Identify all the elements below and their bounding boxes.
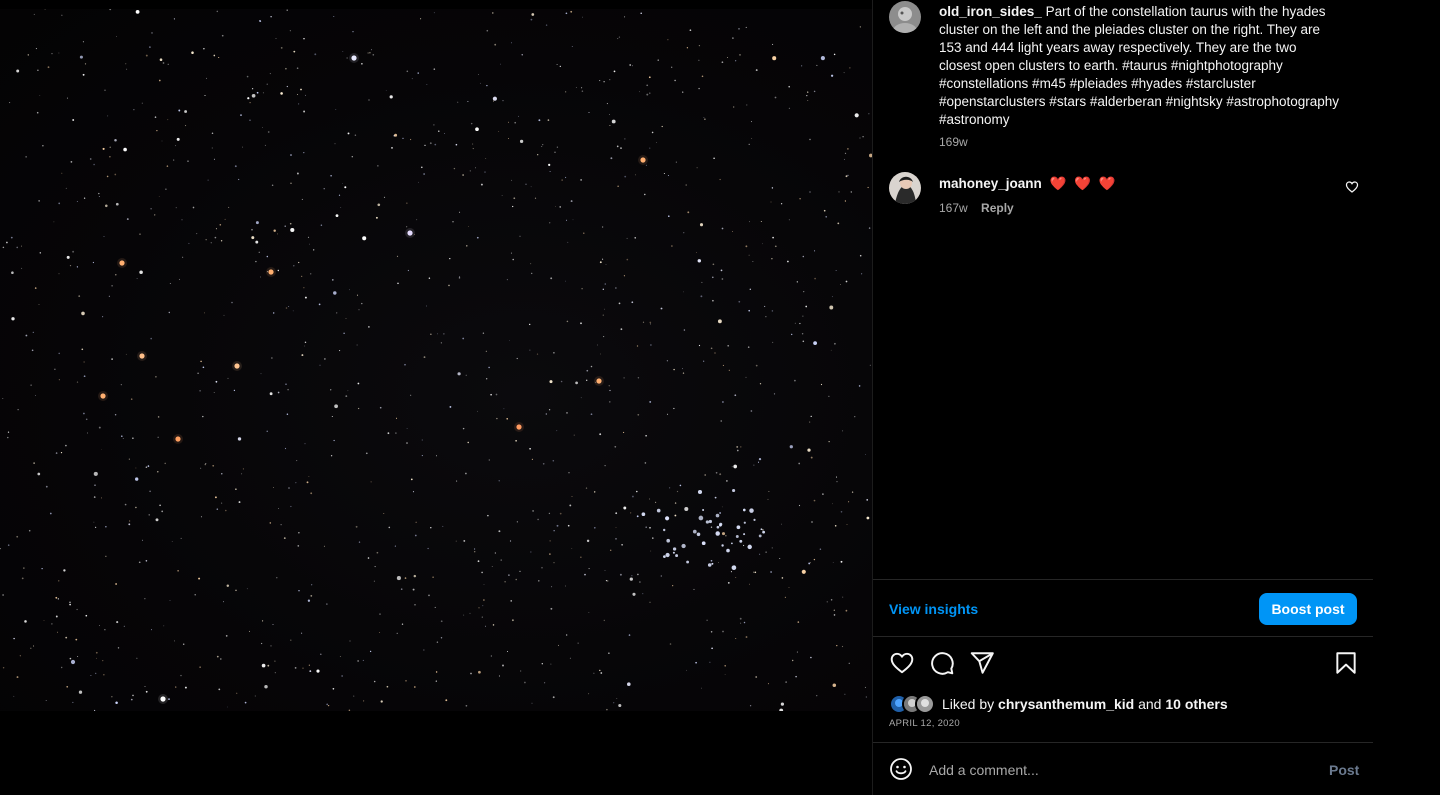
boost-post-button[interactable]: Boost post <box>1259 593 1357 625</box>
emoji-icon[interactable] <box>889 757 913 781</box>
share-icon[interactable] <box>969 650 995 676</box>
add-comment-bar: Post <box>873 742 1373 795</box>
post-details-panel: old_iron_sides_ Part of the constellatio… <box>872 0 1373 795</box>
comment-heart-icon[interactable] <box>1345 180 1359 194</box>
likes-text[interactable]: Liked by chrysanthemum_kid and 10 others <box>942 696 1228 712</box>
comment-timestamp[interactable]: 167w <box>939 201 968 215</box>
caption-username[interactable]: old_iron_sides_ <box>939 4 1042 19</box>
star-field-image <box>0 9 872 711</box>
caption-author-avatar[interactable] <box>889 1 921 33</box>
view-insights-link[interactable]: View insights <box>889 601 978 617</box>
heart-icon[interactable] <box>889 650 915 676</box>
post-caption: old_iron_sides_ Part of the constellatio… <box>939 3 1339 129</box>
comment-text: ❤️ ❤️ ❤️ <box>1049 176 1118 191</box>
liker-username[interactable]: chrysanthemum_kid <box>998 696 1134 712</box>
comment-input[interactable] <box>929 757 1309 783</box>
post-comment-button[interactable]: Post <box>1329 762 1359 778</box>
caption-timestamp[interactable]: 169w <box>939 135 968 149</box>
comment-meta: 167w Reply <box>939 201 1024 215</box>
post-date[interactable]: APRIL 12, 2020 <box>889 718 960 729</box>
comment-author-avatar[interactable] <box>889 172 921 204</box>
insights-bar: View insights Boost post <box>873 579 1373 637</box>
comment-icon[interactable] <box>929 650 955 676</box>
likes-joiner: and <box>1138 696 1162 712</box>
comment-item: mahoney_joann ❤️ ❤️ ❤️ <box>939 175 1117 193</box>
comment-username[interactable]: mahoney_joann <box>939 176 1042 191</box>
reply-button[interactable]: Reply <box>981 201 1014 215</box>
likes-others[interactable]: 10 others <box>1165 696 1227 712</box>
caption-text: Part of the constellation taurus with th… <box>939 4 1339 127</box>
likes-prefix: Liked by <box>942 696 995 712</box>
bookmark-icon[interactable] <box>1333 650 1359 676</box>
likes-summary: Liked by chrysanthemum_kid and 10 others <box>889 693 1228 715</box>
liker-avatar <box>915 694 935 714</box>
post-image[interactable] <box>0 9 872 711</box>
